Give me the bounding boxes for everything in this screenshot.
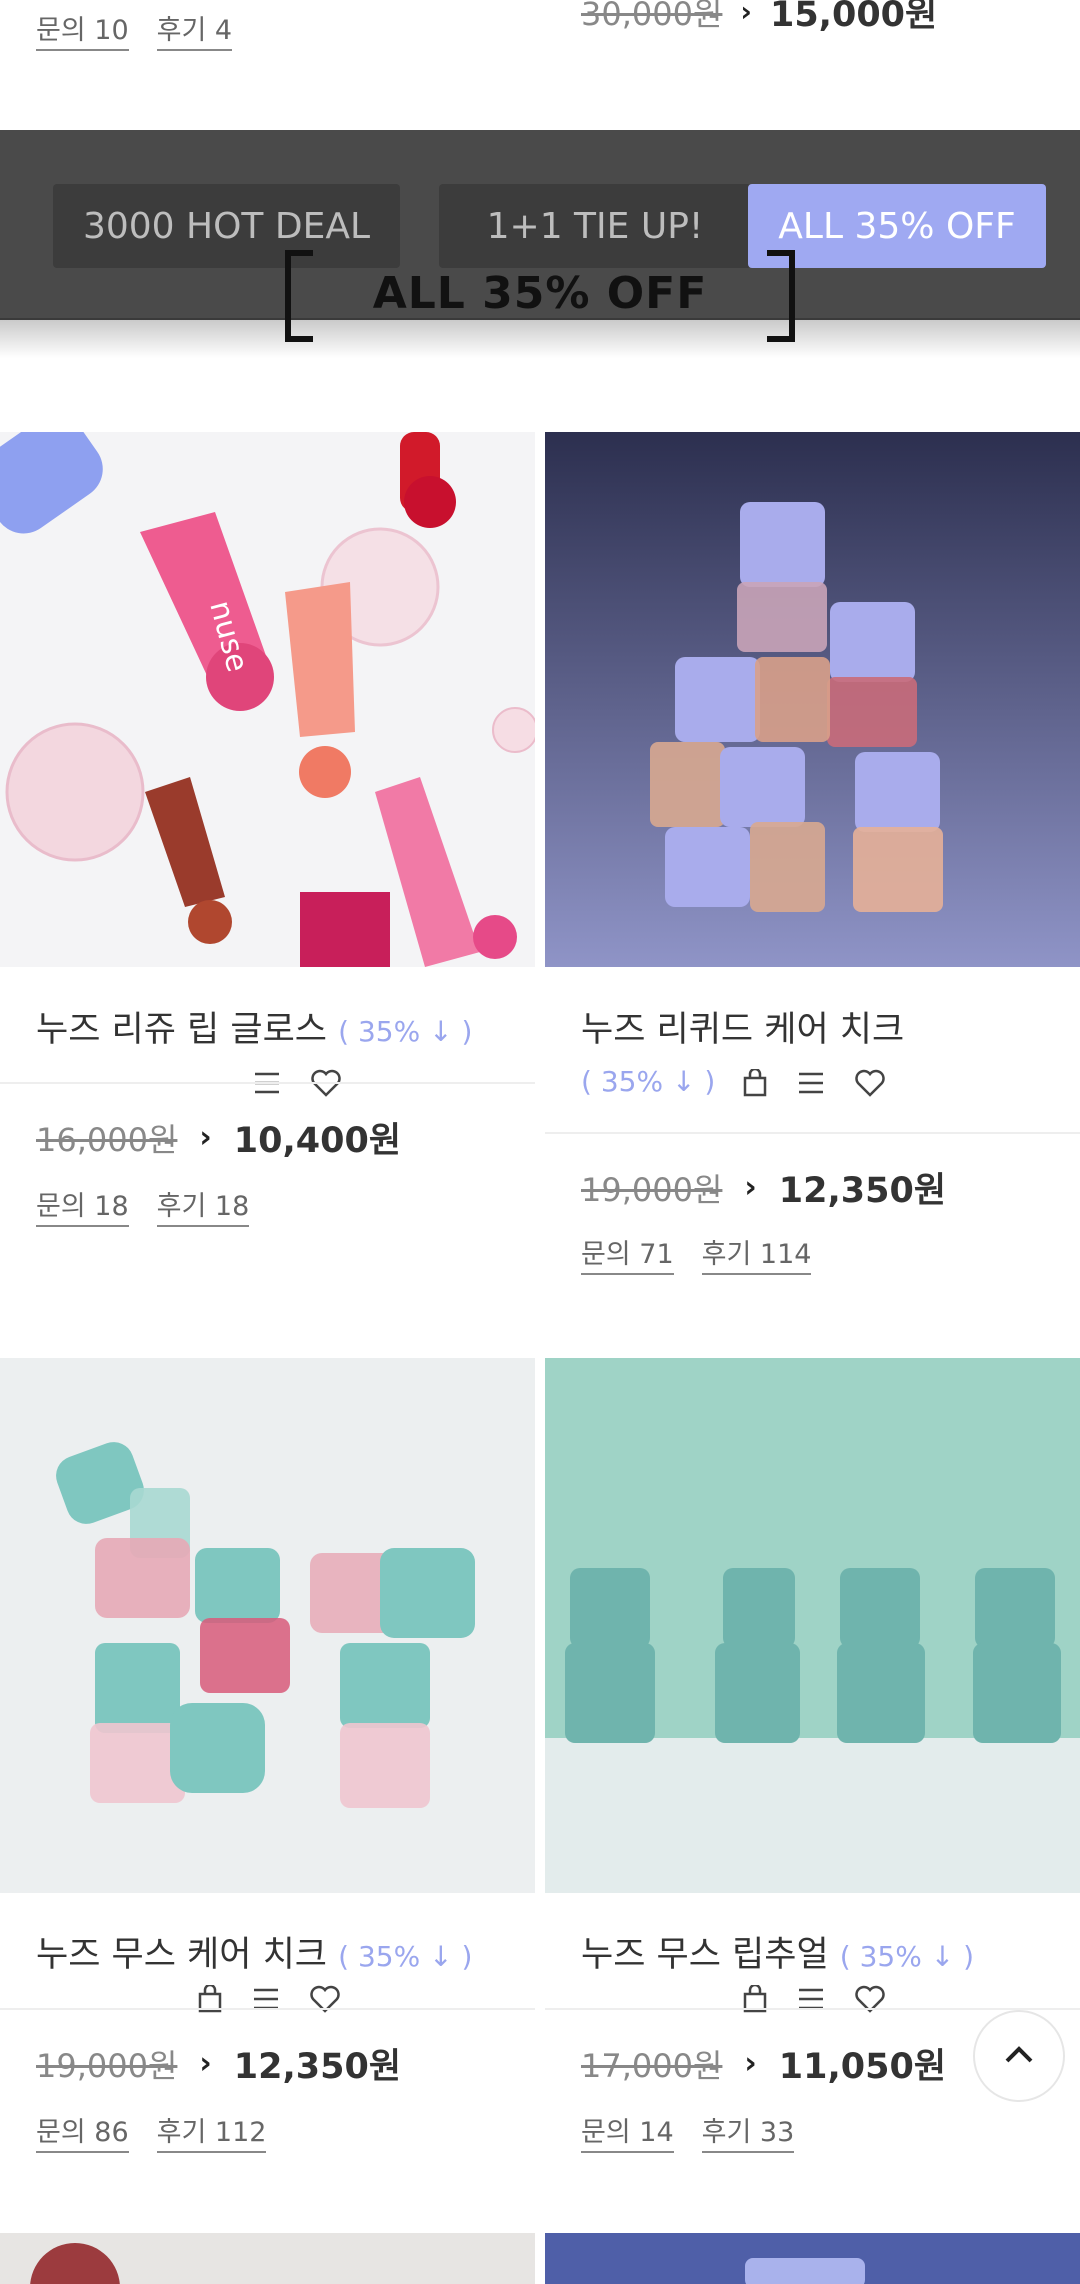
mousse-lip-photo	[545, 1358, 1080, 1893]
chevron-right-icon: ›	[740, 0, 752, 28]
list-icon[interactable]	[797, 1986, 825, 2016]
inquiry-link[interactable]: 문의 71	[581, 1232, 674, 1275]
review-link[interactable]: 후기 112	[156, 2110, 267, 2153]
chevron-up-icon	[1004, 2044, 1034, 2068]
product-image[interactable]: nuse	[0, 432, 535, 967]
divider	[0, 1082, 535, 1084]
sale-price: 11,050원	[778, 2047, 947, 2087]
heart-icon[interactable]	[855, 1985, 885, 2017]
list-icon[interactable]	[252, 1986, 280, 2016]
heart-icon[interactable]	[310, 1985, 340, 2017]
section-title-label: ALL 35% OFF	[372, 268, 708, 319]
discount-label: ( 35% ↓ )	[338, 1015, 473, 1048]
product-image[interactable]	[545, 2233, 1080, 2284]
product-meta: 문의 71 후기 114	[581, 1232, 812, 1275]
sale-price: 12,350원	[778, 1171, 947, 1211]
price-row: 17,000원 › 11,050원	[581, 2038, 946, 2089]
product-card[interactable]: nuse 누즈 리쥬 립 글로스 ( 35% ↓ ) 16,000원 › 10,…	[0, 432, 535, 1292]
product-image[interactable]	[0, 1358, 535, 1893]
sale-price: 10,400원	[233, 1121, 402, 1161]
inquiry-link[interactable]: 문의 14	[581, 2110, 674, 2153]
shopping-bag-icon[interactable]	[198, 1983, 222, 2017]
product-meta: 문의 86 후기 112	[36, 2110, 267, 2153]
product-name-row[interactable]: 누즈 리쥬 립 글로스 ( 35% ↓ )	[36, 1005, 472, 1057]
discount-label: ( 35% ↓ )	[581, 1065, 716, 1098]
product-meta: 문의 14 후기 33	[581, 2110, 795, 2153]
shopping-bag-icon[interactable]	[743, 1983, 767, 2017]
product-card[interactable]: 누즈 리퀴드 케어 치크 ( 35% ↓ ) 19,000원 › 12,350원…	[545, 432, 1080, 1292]
divider	[0, 2008, 535, 2010]
product-meta: 문의 18 후기 18	[36, 1184, 250, 1227]
review-link[interactable]: 후기 18	[156, 1184, 250, 1227]
section-title: ALL 35% OFF	[285, 250, 795, 342]
top-partial-row: 문의 10 후기 4 30,000원 › 15,000원	[0, 0, 1080, 130]
liquid-cheek-photo	[545, 432, 1080, 967]
price-row: 19,000원 › 12,350원	[581, 1162, 946, 1213]
discount-label: ( 35% ↓ )	[839, 1940, 975, 1973]
product-name: 누즈 무스 케어 치크	[36, 1935, 327, 1975]
list-icon[interactable]	[253, 1070, 281, 1100]
product-name: 누즈 리퀴드 케어 치크	[581, 1010, 905, 1050]
inquiry-link[interactable]: 문의 86	[36, 2110, 129, 2153]
product-name-row[interactable]: 누즈 무스 립추얼 ( 35% ↓ )	[581, 1930, 974, 1982]
divider	[545, 1132, 1080, 1134]
price-row: 19,000원 › 12,350원	[36, 2038, 401, 2089]
chevron-right-icon: ›	[199, 2046, 212, 2081]
original-price: 19,000원	[581, 1170, 723, 1209]
product-name-row[interactable]: 누즈 무스 케어 치크 ( 35% ↓ )	[36, 1930, 472, 1982]
inquiry-link[interactable]: 문의 18	[36, 1184, 129, 1227]
product-name: 누즈 무스 립추얼	[581, 1935, 829, 1975]
next-product-photo	[545, 2233, 1080, 2284]
discount-label: ( 35% ↓ )	[338, 1940, 473, 1973]
product-card[interactable]: 누즈 무스 케어 치크 ( 35% ↓ ) 19,000원 › 12,350원 …	[0, 1358, 535, 2198]
price-row: 16,000원 › 10,400원	[36, 1112, 401, 1163]
product-name-row[interactable]: 누즈 리퀴드 케어 치크 ( 35% ↓ )	[581, 1005, 1061, 1107]
original-price: 17,000원	[581, 2046, 723, 2085]
review-link[interactable]: 후기 33	[701, 2110, 795, 2153]
product-image[interactable]	[545, 432, 1080, 967]
review-link[interactable]: 후기 114	[701, 1232, 812, 1275]
product-actions	[253, 906, 341, 1264]
divider	[545, 2008, 1080, 2010]
product-image[interactable]	[545, 1358, 1080, 1893]
top-left-meta: 문의 10 후기 4	[36, 8, 233, 51]
mousse-cheek-photo	[0, 1358, 535, 1893]
sale-price: 12,350원	[233, 2047, 402, 2087]
review-link[interactable]: 후기 4	[156, 8, 233, 51]
lip-gloss-photo: nuse	[0, 432, 535, 967]
chevron-right-icon: ›	[744, 2046, 757, 2081]
top-right-price: 30,000원 › 15,000원	[581, 0, 937, 37]
sale-price: 15,000원	[769, 0, 938, 35]
original-price: 30,000원	[581, 0, 723, 33]
next-product-photo	[0, 2233, 535, 2284]
original-price: 19,000원	[36, 2046, 178, 2085]
scroll-to-top-button[interactable]	[973, 2010, 1065, 2102]
heart-icon[interactable]	[311, 1069, 341, 1101]
bracket-right	[767, 250, 795, 342]
product-image[interactable]	[0, 2233, 535, 2284]
inquiry-link[interactable]: 문의 10	[36, 8, 129, 51]
chevron-right-icon: ›	[744, 1170, 757, 1205]
product-name: 누즈 리쥬 립 글로스	[36, 1010, 327, 1050]
original-price: 16,000원	[36, 1120, 178, 1159]
chevron-right-icon: ›	[199, 1120, 212, 1155]
